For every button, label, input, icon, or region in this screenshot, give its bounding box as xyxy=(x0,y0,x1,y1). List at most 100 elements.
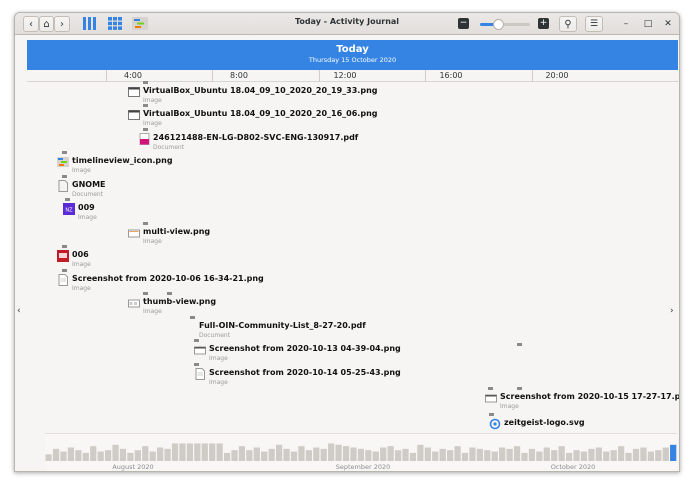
histogram-bar[interactable] xyxy=(171,443,179,461)
histogram-bar[interactable] xyxy=(573,450,580,461)
histogram-bar[interactable] xyxy=(521,452,528,461)
histogram-bar[interactable] xyxy=(647,451,654,461)
histogram-bar[interactable] xyxy=(209,443,216,461)
histogram-bar[interactable] xyxy=(618,446,625,461)
histogram-bar[interactable] xyxy=(119,448,127,461)
histogram-bar[interactable] xyxy=(75,450,82,461)
histogram-bar[interactable] xyxy=(261,451,268,461)
histogram-bar[interactable] xyxy=(112,444,119,461)
histogram-bar[interactable] xyxy=(238,446,246,461)
histogram-bar[interactable] xyxy=(149,451,156,461)
histogram-bar[interactable] xyxy=(313,447,320,462)
activity-histogram[interactable]: August 2020 September 2020 October 2020 xyxy=(45,433,677,471)
histogram-bar[interactable] xyxy=(253,447,260,462)
histogram-bar[interactable] xyxy=(603,451,610,461)
histogram-bar[interactable] xyxy=(335,444,342,461)
histogram-bar[interactable] xyxy=(394,450,402,461)
histogram-bar[interactable] xyxy=(402,448,409,461)
zoom-slider[interactable] xyxy=(480,19,530,30)
histogram-bar[interactable] xyxy=(201,443,208,461)
histogram-bar[interactable] xyxy=(640,447,647,462)
histogram-bar[interactable] xyxy=(595,447,602,462)
histogram-bar[interactable] xyxy=(320,448,327,461)
zoom-in-button[interactable]: + xyxy=(538,18,549,29)
histogram-bar[interactable] xyxy=(104,450,112,461)
histogram-bar[interactable] xyxy=(357,448,365,461)
histogram-bar[interactable] xyxy=(45,454,52,461)
histogram-bar[interactable] xyxy=(290,451,298,461)
histogram-bar[interactable] xyxy=(558,446,565,461)
histogram-bar[interactable] xyxy=(142,446,149,461)
histogram-bar-selected[interactable] xyxy=(670,444,677,461)
maximize-button[interactable]: □ xyxy=(641,17,655,31)
histogram-bar[interactable] xyxy=(298,446,305,461)
histogram-bars[interactable] xyxy=(45,434,677,462)
histogram-bar[interactable] xyxy=(223,452,231,461)
histogram-bar[interactable] xyxy=(484,450,491,461)
histogram-bar[interactable] xyxy=(52,448,60,461)
histogram-bar[interactable] xyxy=(424,447,431,462)
histogram-bar[interactable] xyxy=(387,446,394,461)
histogram-bar[interactable] xyxy=(67,447,75,462)
grid-view-icon[interactable] xyxy=(108,17,122,30)
histogram-bar[interactable] xyxy=(164,448,171,461)
histogram-bar[interactable] xyxy=(632,448,640,461)
histogram-bar[interactable] xyxy=(246,450,253,461)
histogram-bar[interactable] xyxy=(342,446,350,461)
histogram-bar[interactable] xyxy=(90,446,97,461)
histogram-bar[interactable] xyxy=(476,448,483,461)
histogram-bar[interactable] xyxy=(610,450,617,461)
histogram-bar[interactable] xyxy=(275,444,283,461)
histogram-bar[interactable] xyxy=(268,448,275,461)
menu-button[interactable]: ☰ xyxy=(585,16,603,32)
histogram-bar[interactable] xyxy=(417,444,424,461)
histogram-bar[interactable] xyxy=(305,450,312,461)
histogram-bar[interactable] xyxy=(283,448,290,461)
histogram-bar[interactable] xyxy=(157,447,164,462)
histogram-bar[interactable] xyxy=(543,447,550,462)
histogram-bar[interactable] xyxy=(588,448,595,461)
histogram-bar[interactable] xyxy=(365,450,372,461)
histogram-bar[interactable] xyxy=(127,452,134,461)
timeline-view-icon[interactable] xyxy=(132,17,148,30)
histogram-bar[interactable] xyxy=(625,452,632,461)
histogram-bar[interactable] xyxy=(506,448,513,461)
histogram-bar[interactable] xyxy=(194,443,201,461)
forward-button[interactable]: › xyxy=(54,16,70,32)
previous-day-button[interactable]: ‹ xyxy=(17,306,21,316)
home-button[interactable]: ⌂ xyxy=(39,16,54,32)
zoom-slider-handle[interactable] xyxy=(492,19,504,30)
histogram-bar[interactable] xyxy=(350,447,357,462)
list-view-icon[interactable] xyxy=(83,17,97,30)
histogram-bar[interactable] xyxy=(97,451,104,461)
histogram-bar[interactable] xyxy=(551,450,558,461)
back-button[interactable]: ‹ xyxy=(23,16,39,32)
histogram-bar[interactable] xyxy=(528,448,536,461)
histogram-bar[interactable] xyxy=(565,452,573,461)
histogram-bar[interactable] xyxy=(82,452,89,461)
histogram-bar[interactable] xyxy=(469,447,476,462)
histogram-bar[interactable] xyxy=(186,443,194,461)
next-day-button[interactable]: › xyxy=(670,306,674,316)
histogram-bar[interactable] xyxy=(499,447,506,462)
histogram-bar[interactable] xyxy=(491,451,498,461)
histogram-bar[interactable] xyxy=(380,447,387,462)
zoom-out-button[interactable]: − xyxy=(458,18,469,29)
histogram-bar[interactable] xyxy=(432,451,439,461)
histogram-bar[interactable] xyxy=(231,450,238,461)
histogram-bar[interactable] xyxy=(60,451,67,461)
histogram-bar[interactable] xyxy=(461,452,469,461)
minimize-button[interactable]: – xyxy=(619,17,633,31)
histogram-bar[interactable] xyxy=(580,451,588,461)
search-button[interactable]: ⚲ xyxy=(559,16,577,32)
histogram-bar[interactable] xyxy=(536,451,543,461)
histogram-bar[interactable] xyxy=(439,448,446,461)
histogram-bar[interactable] xyxy=(409,452,417,461)
histogram-bar[interactable] xyxy=(513,446,521,461)
histogram-bar[interactable] xyxy=(655,450,662,461)
histogram-bar[interactable] xyxy=(372,451,379,461)
histogram-bar[interactable] xyxy=(447,450,454,461)
histogram-bar[interactable] xyxy=(179,443,186,461)
close-button[interactable]: ✕ xyxy=(661,17,675,31)
histogram-bar[interactable] xyxy=(328,443,335,461)
